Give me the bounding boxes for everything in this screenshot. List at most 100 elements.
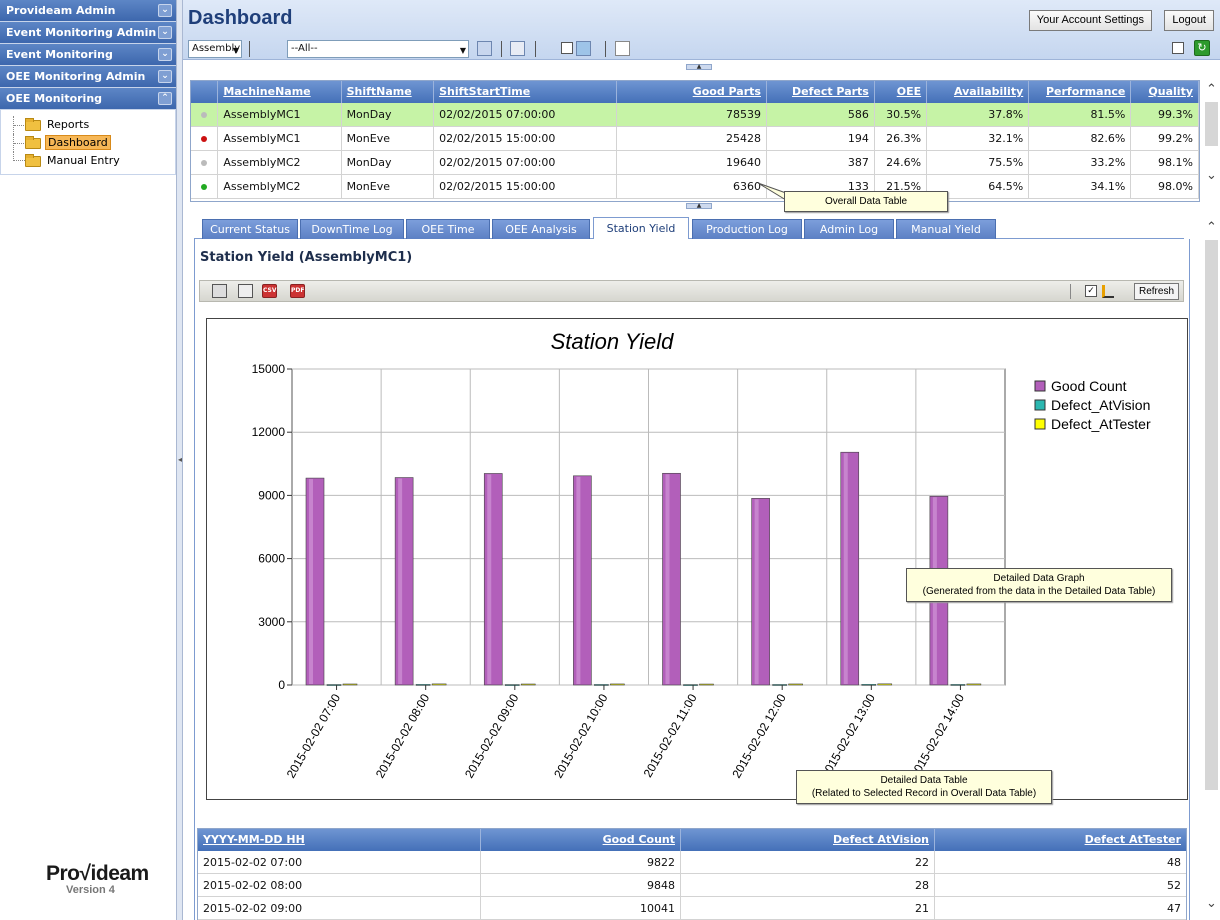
tab-bar: Current Status DownTime Log OEE Time OEE… <box>194 217 1184 240</box>
table-callout-line2: (Related to Selected Record in Overall D… <box>811 788 1037 799</box>
tab-oee-time[interactable]: OEE Time <box>406 219 490 239</box>
y-tick-label: 9000 <box>258 488 285 502</box>
bar-good count <box>394 477 414 686</box>
pdf-icon[interactable]: PDF <box>290 284 305 298</box>
chart-canvas: Station Yield 0 3000 6000 9000 12000 15000 2015… <box>252 329 1151 781</box>
tab-manual-yield[interactable]: Manual Yield <box>896 219 996 239</box>
bar-defect-atvision <box>594 684 609 686</box>
graph-callout: Detailed Data Graph (Generated from the … <box>906 568 1172 602</box>
table-row[interactable]: 2015-02-02 07:00 9822 22 48 <box>198 851 1186 874</box>
table-row[interactable]: 2015-02-02 08:00 9848 28 52 <box>198 874 1186 897</box>
scroll-down-icon[interactable]: ⌄ <box>1206 896 1217 911</box>
bar-defect-attester <box>520 683 536 686</box>
chart-title: Station Yield <box>551 329 674 354</box>
column-header[interactable]: Defect AtTester <box>935 829 1186 851</box>
bar-defect-atvision <box>950 684 966 686</box>
bar-chart-icon[interactable] <box>1102 285 1114 298</box>
bar-defect-attester <box>699 683 714 686</box>
table-cell: 52 <box>1167 879 1181 892</box>
bar-good count <box>751 498 770 686</box>
refresh-button[interactable]: Refresh <box>1133 283 1179 300</box>
bar-highlight <box>576 476 581 684</box>
table-row[interactable]: 2015-02-02 09:00 10041 21 47 <box>198 897 1186 920</box>
legend-label: Defect_AtTester <box>1051 416 1151 432</box>
x-tick-label: 2015-02-02 11:00 <box>641 691 700 780</box>
bar-defect-attester <box>877 683 893 686</box>
bar-good count <box>840 451 860 686</box>
printer-icon[interactable] <box>212 284 227 298</box>
x-tick-label: 2015-02-02 08:00 <box>373 691 433 780</box>
toolbar-divider <box>1070 284 1071 299</box>
bar-good count <box>573 475 592 686</box>
csv-icon[interactable]: CSV <box>262 284 277 298</box>
bar-defect-attester <box>788 683 803 686</box>
column-header[interactable]: Good Count <box>481 829 681 851</box>
tab-oee-analysis[interactable]: OEE Analysis <box>492 219 590 239</box>
table-cell: 21 <box>681 897 935 919</box>
table-cell: 48 <box>1167 856 1181 869</box>
x-tick-label: 2015-02-02 12:00 <box>729 691 789 780</box>
table-cell: 22 <box>681 851 935 873</box>
bar-defect-atvision <box>772 684 787 686</box>
graph-callout-line1: Detailed Data Graph <box>993 573 1085 584</box>
detail-table-header: YYYY-MM-DD HH Good Count Defect AtVision… <box>198 829 1186 851</box>
bar-defect-atvision <box>504 684 520 686</box>
scroll-up-icon[interactable]: ⌃ <box>1206 220 1217 235</box>
table-cell: 47 <box>1167 902 1181 915</box>
bar-defect-atvision <box>415 684 431 686</box>
chart-toolbar: CSV PDF ✓ Refresh <box>199 280 1184 302</box>
x-tick-label: 2015-02-02 10:00 <box>551 691 611 780</box>
y-tick-label: 15000 <box>252 362 286 376</box>
station-yield-chart: Station Yield 0 3000 6000 9000 12000 15000 2015… <box>206 318 1188 800</box>
column-header[interactable]: YYYY-MM-DD HH <box>198 829 481 851</box>
panel-scrollbar[interactable]: ⌃ ⌄ <box>1203 218 1220 920</box>
bar-defect-attester <box>610 683 625 686</box>
table-cell: 28 <box>681 874 935 896</box>
table-callout-line1: Detailed Data Table <box>880 775 968 786</box>
y-tick-label: 3000 <box>258 615 285 629</box>
bar-good count <box>662 472 681 686</box>
panel-title: Station Yield (AssemblyMC1) <box>200 250 413 265</box>
legend-swatch <box>1034 380 1046 392</box>
x-tick-label: 2015-02-02 07:00 <box>284 691 344 780</box>
column-header[interactable]: Defect AtVision <box>681 829 935 851</box>
legend-swatch <box>1034 418 1046 430</box>
legend-label: Defect_AtVision <box>1051 397 1150 413</box>
overall-table-callout: Overall Data Table <box>784 191 948 212</box>
bar-highlight <box>487 474 492 684</box>
legend-swatch <box>1034 399 1046 411</box>
detail-table-body: 2015-02-02 07:00 9822 22 48 2015-02-02 08:00… <box>198 851 1186 920</box>
tab-admin-log[interactable]: Admin Log <box>804 219 894 239</box>
detailed-data-table: YYYY-MM-DD HH Good Count Defect AtVision… <box>197 828 1187 920</box>
tab-current-status[interactable]: Current Status <box>202 219 298 239</box>
bar-defect-attester <box>431 683 447 686</box>
table-cell: 2015-02-02 07:00 <box>198 851 481 873</box>
y-tick-label: 6000 <box>258 552 285 566</box>
bar-highlight <box>754 499 759 684</box>
bar-highlight <box>843 453 848 684</box>
scrollbar-thumb[interactable] <box>1205 240 1218 790</box>
x-tick-label: 2015-02-02 09:00 <box>462 691 522 780</box>
bar-good count <box>305 477 325 686</box>
tab-station-yield[interactable]: Station Yield <box>593 217 689 240</box>
legend-label: Good Count <box>1051 378 1127 394</box>
bar-highlight <box>309 479 313 684</box>
table-cell: 9848 <box>481 874 681 896</box>
graph-callout-line2: (Generated from the data in the Detailed… <box>922 586 1156 597</box>
bar-defect-atvision <box>683 684 698 686</box>
preview-icon[interactable] <box>238 284 253 298</box>
bar-highlight <box>665 474 670 684</box>
tab-downtime-log[interactable]: DownTime Log <box>300 219 404 239</box>
table-cell: 2015-02-02 09:00 <box>198 897 481 919</box>
y-tick-label: 0 <box>278 678 285 692</box>
y-tick-label: 12000 <box>252 425 286 439</box>
table-cell: 9822 <box>481 851 681 873</box>
bar-defect-atvision <box>861 684 877 686</box>
table-callout: Detailed Data Table (Related to Selected… <box>796 770 1052 804</box>
bar-defect-attester <box>342 683 358 686</box>
tab-production-log[interactable]: Production Log <box>692 219 802 239</box>
x-tick-label: 2015-02-02 13:00 <box>818 691 878 780</box>
overall-callout-pointer <box>757 182 787 201</box>
show-chart-checkbox[interactable]: ✓ <box>1085 285 1097 297</box>
bar-highlight <box>398 478 403 684</box>
